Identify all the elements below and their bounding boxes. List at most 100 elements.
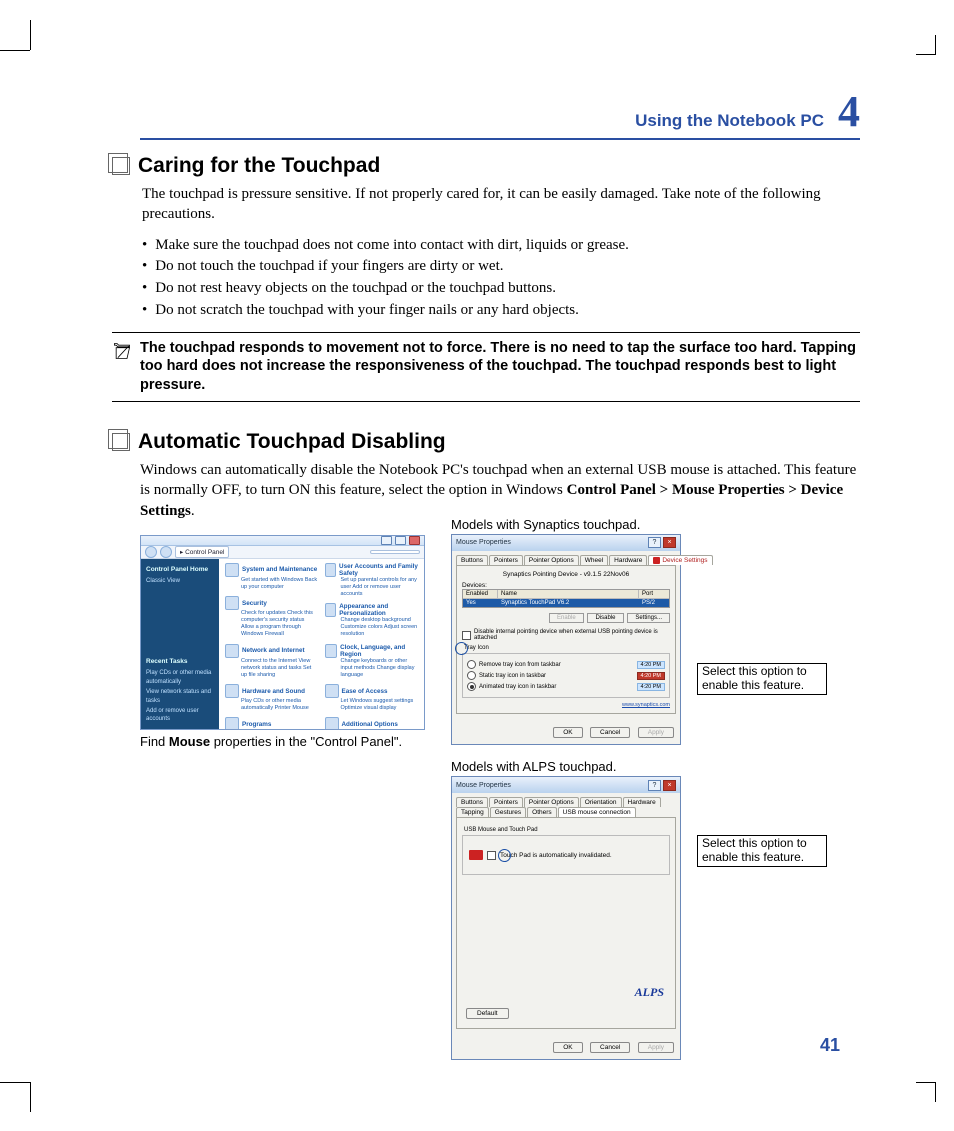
- chapter-number: 4: [838, 90, 860, 134]
- disable-on-usb-checkbox[interactable]: [462, 631, 471, 640]
- ok-button[interactable]: OK: [553, 727, 582, 738]
- cp-cat-title[interactable]: Programs: [225, 717, 319, 729]
- tab-buttons[interactable]: Buttons: [456, 797, 488, 807]
- cp-cat-sub[interactable]: Let Windows suggest settings Optimize vi…: [341, 698, 419, 712]
- tab-gestures[interactable]: Gestures: [490, 807, 526, 817]
- dialog-title: Mouse Properties: [456, 782, 511, 789]
- note-icon: [112, 341, 134, 396]
- tab-tapping[interactable]: Tapping: [456, 807, 489, 817]
- cp-categories-left: System and MaintenanceGet started with W…: [225, 563, 319, 730]
- chapter-title: Using the Notebook PC: [635, 111, 824, 131]
- tab-orientation[interactable]: Orientation: [580, 797, 622, 807]
- precautions-list: Make sure the touchpad does not come int…: [140, 235, 860, 322]
- cp-cat-title[interactable]: Hardware and Sound: [225, 684, 319, 698]
- tab-hardware[interactable]: Hardware: [609, 555, 647, 565]
- tab-others[interactable]: Others: [527, 807, 557, 817]
- tab-pointer-options[interactable]: Pointer Options: [524, 797, 579, 807]
- device-name-label: Synaptics Pointing Device - v9.1.5 22Nov…: [462, 571, 670, 578]
- tab-hardware[interactable]: Hardware: [623, 797, 661, 807]
- tab-device-settings[interactable]: Device Settings: [648, 555, 712, 565]
- cp-cat-title[interactable]: Ease of Access: [325, 684, 419, 698]
- cp-cat-sub[interactable]: Connect to the Internet View network sta…: [241, 658, 319, 679]
- section2-body-post: .: [191, 503, 195, 519]
- apply-button: Apply: [638, 1042, 674, 1053]
- cp-cat-title[interactable]: Appearance and Personalization: [325, 603, 419, 617]
- callout-circle-icon: [455, 642, 468, 655]
- synaptics-dialog: Mouse Properties ? × Buttons Pointers Po…: [451, 534, 681, 745]
- nav-fwd-button[interactable]: [160, 546, 172, 558]
- tray-icon-label: Tray Icon: [464, 645, 670, 651]
- cancel-button[interactable]: Cancel: [590, 727, 630, 738]
- section-title-caring: Caring for the Touchpad: [138, 154, 380, 178]
- enable-button: Enable: [549, 613, 584, 623]
- cp-cat-title[interactable]: Network and Internet: [225, 644, 319, 658]
- alps-invalidate-checkbox[interactable]: [487, 851, 496, 860]
- dialog-title: Mouse Properties: [456, 539, 511, 546]
- cp-categories-right: User Accounts and Family SafetySet up pa…: [325, 563, 419, 730]
- cp-cat-sub[interactable]: Check for updates Check this computer's …: [241, 610, 319, 639]
- nav-back-button[interactable]: [145, 546, 157, 558]
- crop-mark: [0, 1082, 30, 1083]
- tab-pointers[interactable]: Pointers: [489, 555, 523, 565]
- synaptics-link[interactable]: www.synaptics.com: [462, 702, 670, 708]
- ok-button[interactable]: OK: [553, 1042, 582, 1053]
- recent-task[interactable]: Play CDs or other media automatically: [146, 669, 214, 686]
- section-title-auto-disable: Automatic Touchpad Disabling: [138, 430, 446, 454]
- callout-circle-icon: [498, 849, 511, 862]
- crop-mark: [916, 35, 936, 55]
- tray-radio-remove[interactable]: [467, 660, 476, 669]
- control-panel-sidebar: Control Panel Home Classic View Recent T…: [141, 559, 219, 730]
- figure3-caption: Models with ALPS touchpad.: [451, 759, 860, 774]
- close-button[interactable]: ×: [663, 537, 676, 548]
- callout-synaptics: Select this option to enable this featur…: [697, 663, 827, 696]
- page-header: Using the Notebook PC 4: [140, 90, 860, 140]
- recent-task[interactable]: View network status and tasks: [146, 688, 214, 705]
- precaution-item: Do not rest heavy objects on the touchpa…: [142, 278, 860, 300]
- settings-button[interactable]: Settings...: [627, 613, 670, 623]
- tray-radio-static[interactable]: [467, 671, 476, 680]
- cp-cat-sub[interactable]: Get started with Windows Back up your co…: [241, 577, 319, 591]
- sidebar-title: Control Panel Home: [146, 565, 214, 574]
- cp-cat-sub[interactable]: Change keyboards or other input methods …: [341, 658, 419, 679]
- help-button[interactable]: ?: [648, 780, 661, 791]
- tab-pointers[interactable]: Pointers: [489, 797, 523, 807]
- search-box[interactable]: [370, 550, 420, 554]
- table-row[interactable]: Yes Synaptics TouchPad V6.2 PS/2: [463, 599, 669, 607]
- cancel-button[interactable]: Cancel: [590, 1042, 630, 1053]
- help-button[interactable]: ?: [648, 537, 661, 548]
- disable-button[interactable]: Disable: [587, 613, 623, 623]
- section-icon: [112, 433, 130, 451]
- crop-mark: [0, 50, 30, 51]
- devices-table: Enabled Name Port Yes Synaptics TouchPad…: [462, 589, 670, 608]
- touchpad-icon: [469, 850, 483, 860]
- section1-intro: The touchpad is pressure sensitive. If n…: [140, 184, 860, 225]
- cp-cat-title[interactable]: Security: [225, 596, 319, 610]
- recent-task[interactable]: Add or remove user accounts: [146, 707, 214, 724]
- cp-cat-title[interactable]: Clock, Language, and Region: [325, 644, 419, 658]
- maximize-button[interactable]: [395, 536, 406, 545]
- tray-radio-animated[interactable]: [467, 682, 476, 691]
- default-button[interactable]: Default: [466, 1008, 509, 1019]
- close-button[interactable]: ×: [663, 780, 676, 791]
- crop-mark: [30, 20, 31, 50]
- tab-buttons[interactable]: Buttons: [456, 555, 488, 565]
- tab-pointer-options[interactable]: Pointer Options: [524, 555, 579, 565]
- tab-usb-mouse[interactable]: USB mouse connection: [558, 807, 636, 817]
- cp-cat-sub[interactable]: Play CDs or other media automatically Pr…: [241, 698, 319, 712]
- usb-mouse-group-label: USB Mouse and Touch Pad: [464, 827, 670, 833]
- close-button[interactable]: [409, 536, 420, 545]
- cp-cat-title[interactable]: Additional Options: [325, 717, 419, 729]
- minimize-button[interactable]: [381, 536, 392, 545]
- cp-cat-title[interactable]: System and Maintenance: [225, 563, 319, 577]
- tab-wheel[interactable]: Wheel: [580, 555, 608, 565]
- note-box: The touchpad responds to movement not to…: [112, 332, 860, 403]
- note-text: The touchpad responds to movement not to…: [140, 339, 860, 396]
- section-icon: [112, 157, 130, 175]
- cp-cat-sub[interactable]: Set up parental controls for any user Ad…: [341, 577, 419, 598]
- cp-cat-sub[interactable]: Change desktop background Customize colo…: [341, 617, 419, 638]
- precaution-item: Make sure the touchpad does not come int…: [142, 235, 860, 257]
- disable-on-usb-label: Disable internal pointing device when ex…: [474, 629, 670, 641]
- cp-cat-title[interactable]: User Accounts and Family Safety: [325, 563, 419, 577]
- sidebar-classic-view[interactable]: Classic View: [146, 577, 214, 585]
- address-bar[interactable]: ▸ Control Panel: [175, 546, 229, 558]
